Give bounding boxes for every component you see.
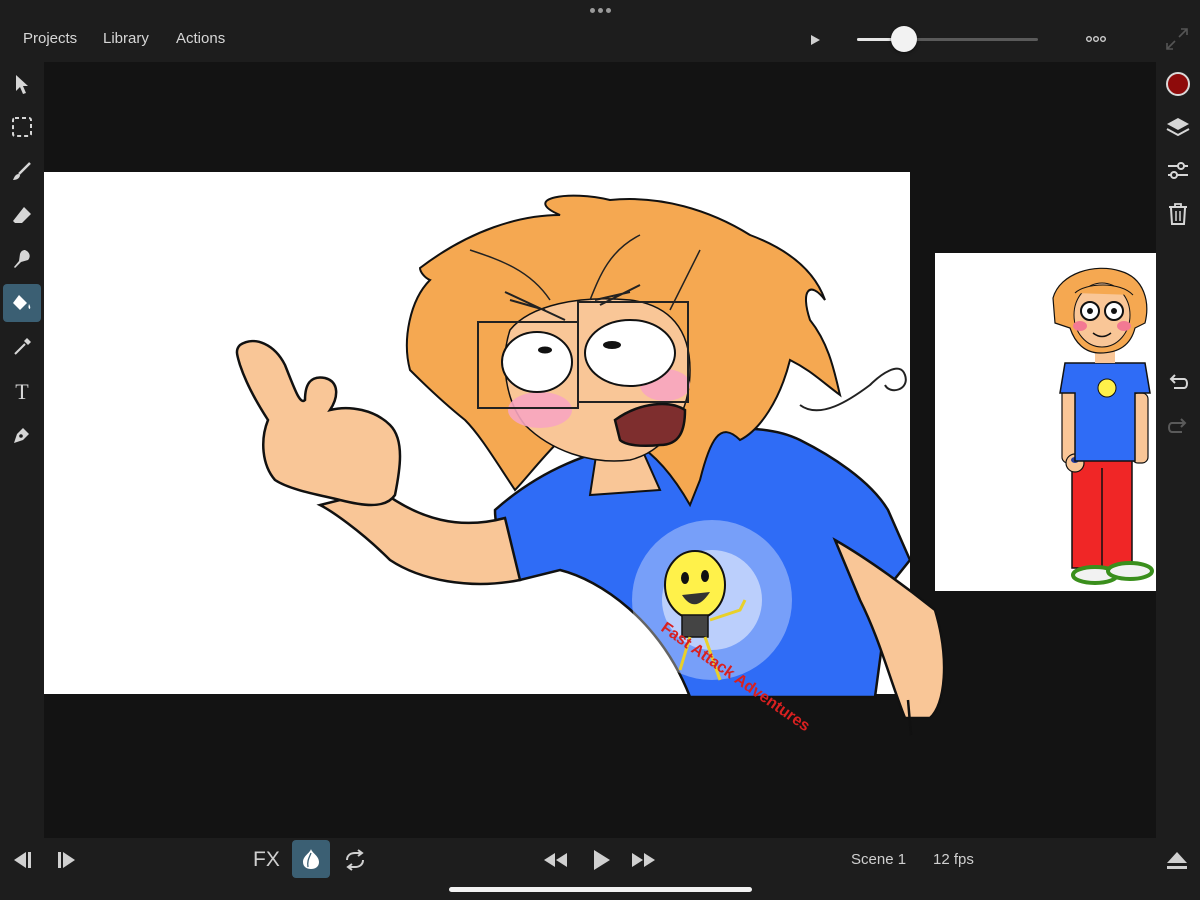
pen-icon[interactable]	[3, 416, 41, 454]
current-color	[1166, 72, 1190, 96]
rewind-icon[interactable]	[540, 846, 570, 874]
fx-button[interactable]: FX	[253, 848, 280, 872]
home-indicator[interactable]	[449, 887, 752, 892]
smudge-icon[interactable]	[3, 240, 41, 278]
reference-image[interactable]	[935, 253, 1156, 591]
redo-icon[interactable]	[1160, 409, 1196, 445]
fps-label[interactable]: 12 fps	[933, 851, 974, 868]
eject-timeline-icon[interactable]	[1162, 846, 1192, 874]
character-drawing[interactable]: Fast Attack Adventures	[44, 172, 974, 742]
expand-icon[interactable]	[1164, 26, 1190, 52]
eyedropper-icon[interactable]	[3, 328, 41, 366]
more-options-icon[interactable]	[1083, 32, 1109, 46]
paint-bucket-icon[interactable]	[3, 284, 41, 322]
eraser-icon[interactable]	[3, 196, 41, 234]
trash-icon[interactable]	[1160, 196, 1196, 232]
next-frame-icon[interactable]	[52, 846, 82, 874]
menu-projects[interactable]: Projects	[23, 30, 77, 47]
menu-actions[interactable]: Actions	[176, 30, 225, 47]
marquee-select-icon[interactable]	[3, 108, 41, 146]
undo-icon[interactable]	[1160, 365, 1196, 401]
svg-text:T: T	[15, 380, 29, 402]
color-swatch[interactable]	[1160, 66, 1196, 102]
scene-label[interactable]: Scene 1	[851, 851, 906, 868]
timeline-slider-knob[interactable]	[891, 26, 918, 52]
previous-frame-icon[interactable]	[6, 846, 36, 874]
play-icon[interactable]	[586, 846, 616, 874]
loop-icon[interactable]	[340, 846, 370, 874]
text-icon[interactable]: T	[3, 372, 41, 410]
fast-forward-icon[interactable]	[629, 846, 659, 874]
layers-icon[interactable]	[1160, 109, 1196, 145]
onion-skin-icon	[303, 849, 319, 869]
onion-skin-button[interactable]	[292, 840, 330, 878]
multitask-handle-icon[interactable]	[588, 5, 612, 15]
menu-library[interactable]: Library	[103, 30, 149, 47]
select-arrow-icon[interactable]	[3, 65, 41, 103]
adjustments-icon[interactable]	[1160, 153, 1196, 189]
play-preview-icon[interactable]	[806, 31, 824, 49]
brush-icon[interactable]	[3, 152, 41, 190]
